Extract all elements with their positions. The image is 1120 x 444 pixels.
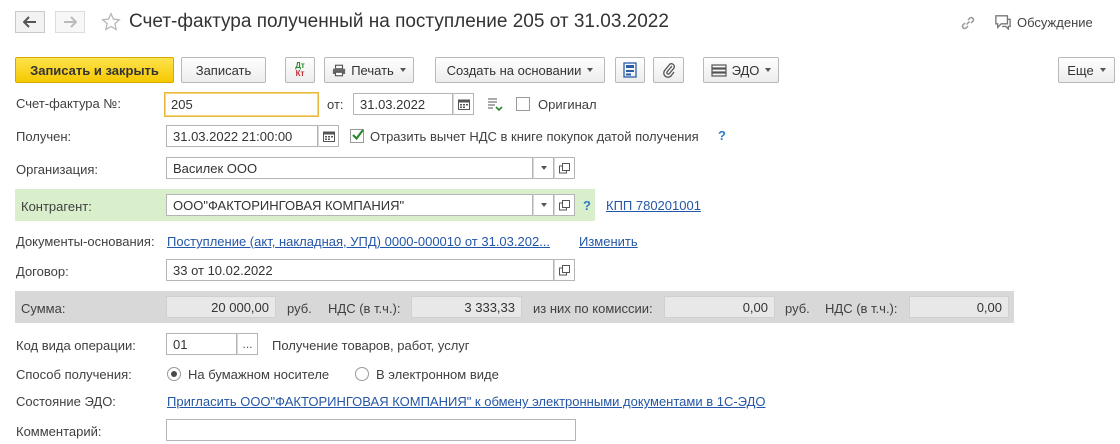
favorite-button[interactable] <box>101 12 121 35</box>
attach-button[interactable] <box>653 57 684 83</box>
create-based-button[interactable]: Создать на основании <box>435 57 605 83</box>
change-link[interactable]: Изменить <box>579 234 638 250</box>
date-input[interactable]: 31.03.2022 <box>353 93 453 115</box>
list-arrow-icon <box>488 98 503 112</box>
edo-state-label: Состояние ЭДО: <box>16 394 116 409</box>
discussion-label: Обсуждение <box>1017 14 1093 30</box>
received-input[interactable]: 31.03.2022 21:00:00 <box>166 125 318 147</box>
open-window-icon <box>559 162 570 173</box>
counterparty-input[interactable]: ООО"ФАКТОРИНГОВАЯ КОМПАНИЯ" <box>166 194 533 216</box>
commission-label: из них по комиссии: <box>533 301 653 316</box>
vat-value: 3 333,33 <box>411 296 522 318</box>
original-checkbox[interactable] <box>516 97 530 111</box>
chevron-down-icon <box>587 68 594 72</box>
op-code-select-button[interactable]: ... <box>237 333 258 355</box>
comment-label: Комментарий: <box>16 424 102 439</box>
counterparty-label: Контрагент: <box>21 199 92 214</box>
more-label: Еще <box>1067 62 1094 78</box>
discussion-button[interactable]: Обсуждение <box>994 14 1093 30</box>
date-calendar-button[interactable] <box>453 93 474 115</box>
sum-label: Сумма: <box>21 301 66 316</box>
edo-label: ЭДО <box>731 62 760 78</box>
receipt-electronic-label: В электронном виде <box>376 367 499 382</box>
edo-invite-link[interactable]: Пригласить ООО"ФАКТОРИНГОВАЯ КОМПАНИЯ" к… <box>167 394 766 410</box>
comment-input[interactable] <box>166 419 576 441</box>
arrow-right-icon <box>64 16 77 28</box>
chevron-down-icon <box>399 68 406 72</box>
create-based-label: Создать на основании <box>446 62 582 78</box>
invoice-no-input[interactable]: 205 <box>164 92 319 117</box>
save-button[interactable]: Записать <box>181 57 266 83</box>
edo-button[interactable]: ЭДО <box>703 57 779 83</box>
receipt-paper-label: На бумажном носителе <box>188 367 330 382</box>
link-icon <box>961 16 975 30</box>
commission-currency: руб. <box>785 301 810 316</box>
commission-vat-label: НДС (в т.ч.): <box>825 301 898 316</box>
calendar-icon <box>457 99 470 110</box>
organization-input[interactable]: Василек ООО <box>166 157 533 179</box>
op-code-label: Код вида операции: <box>16 338 136 353</box>
vat-deduction-help-icon[interactable]: ? <box>718 128 726 143</box>
sum-currency: руб. <box>287 301 312 316</box>
basis-docs-link[interactable]: Поступление (акт, накладная, УПД) 0000-0… <box>167 234 550 250</box>
printer-icon <box>333 64 346 76</box>
page-title: Счет-фактура полученный на поступление 2… <box>129 11 669 32</box>
chevron-down-icon <box>765 68 772 72</box>
chevron-down-icon <box>540 166 547 170</box>
chevron-down-icon <box>1099 68 1106 72</box>
edo-icon <box>710 63 727 77</box>
date-label: от: <box>327 97 344 112</box>
calendar-icon <box>322 131 335 142</box>
sum-value: 20 000,00 <box>166 296 276 318</box>
star-icon <box>101 12 121 31</box>
commission-value: 0,00 <box>664 296 775 318</box>
invoice-no-label: Счет-фактура №: <box>16 96 121 111</box>
counterparty-dropdown-button[interactable] <box>533 194 554 216</box>
contract-open-button[interactable] <box>554 259 575 281</box>
dtkt-button[interactable]: Дт Кт <box>285 57 315 83</box>
contract-input[interactable]: 33 от 10.02.2022 <box>166 259 554 281</box>
dtkt-icon: Дт Кт <box>295 61 305 78</box>
original-label: Оригинал <box>538 97 597 112</box>
receipt-electronic-radio[interactable] <box>355 367 369 381</box>
chevron-down-icon <box>540 203 547 207</box>
basis-docs-label: Документы-основания: <box>16 234 155 249</box>
vat-incl-label: НДС (в т.ч.): <box>328 301 401 316</box>
paperclip-icon <box>662 63 675 78</box>
print-button[interactable]: Печать <box>324 57 414 83</box>
chat-icon <box>995 15 1011 30</box>
op-code-input[interactable]: 01 <box>166 333 237 355</box>
op-code-description: Получение товаров, работ, услуг <box>272 338 470 353</box>
arrow-left-icon <box>23 16 36 28</box>
print-label: Печать <box>351 62 394 78</box>
save-close-button[interactable]: Записать и закрыть <box>15 57 174 83</box>
vat-deduction-checkbox[interactable] <box>350 129 364 143</box>
organization-dropdown-button[interactable] <box>533 157 554 179</box>
more-button[interactable]: Еще <box>1058 57 1115 83</box>
checkmark-icon <box>352 129 364 141</box>
structure-icon <box>623 62 637 78</box>
link-button[interactable] <box>959 14 977 35</box>
organization-open-button[interactable] <box>554 157 575 179</box>
organization-label: Организация: <box>16 162 99 177</box>
received-calendar-button[interactable] <box>318 125 339 147</box>
received-label: Получен: <box>16 129 72 144</box>
receipt-method-label: Способ получения: <box>16 367 132 382</box>
vat-deduction-label: Отразить вычет НДС в книге покупок датой… <box>370 129 699 144</box>
open-window-icon <box>559 199 570 210</box>
counterparty-open-button[interactable] <box>554 194 575 216</box>
kpp-link[interactable]: КПП 780201001 <box>606 198 701 214</box>
commission-vat-value: 0,00 <box>909 296 1009 318</box>
forward-button[interactable] <box>55 11 85 33</box>
open-window-icon <box>559 264 570 275</box>
receipt-paper-radio[interactable] <box>167 367 181 381</box>
contract-label: Договор: <box>16 264 69 279</box>
number-list-button[interactable] <box>487 97 503 114</box>
back-button[interactable] <box>15 11 45 33</box>
counterparty-help-icon[interactable]: ? <box>583 198 591 213</box>
structure-button[interactable] <box>615 57 645 83</box>
